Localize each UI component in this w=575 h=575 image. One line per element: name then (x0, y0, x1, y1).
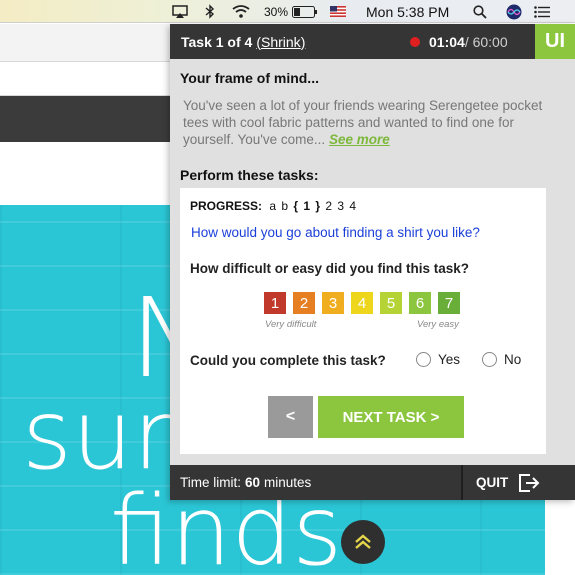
siri-icon[interactable] (506, 0, 522, 23)
yes-label: Yes (438, 352, 461, 367)
double-chevron-up-icon (355, 534, 371, 549)
next-task-button[interactable]: NEXT TASK > (318, 396, 464, 438)
shrink-link[interactable]: (Shrink) (256, 34, 305, 50)
difficulty-rating-2[interactable]: 2 (293, 292, 315, 314)
task-panel-footer: Time limit: 60 minutes QUIT (170, 465, 575, 500)
time-limit-label: Time limit: (180, 475, 241, 490)
no-label: No (504, 352, 522, 367)
quit-button[interactable]: QUIT (476, 465, 540, 500)
recording-indicator-icon (410, 37, 420, 47)
task-timer: 01:04 / 60:00 (429, 24, 508, 59)
usertesting-logo: UI (535, 24, 575, 59)
previous-task-button[interactable]: < (268, 396, 313, 438)
very-easy-label: Very easy (417, 319, 459, 330)
timer-elapsed: 01:04 (429, 33, 465, 50)
frame-of-mind-title: Your frame of mind... (180, 70, 319, 86)
difficulty-rating-5[interactable]: 5 (380, 292, 402, 314)
yes-radio[interactable]: Yes (416, 352, 460, 367)
no-radio[interactable]: No (482, 352, 521, 367)
battery-percent: 30% (264, 4, 289, 19)
perform-tasks-title: Perform these tasks: (180, 167, 319, 183)
airplay-icon[interactable] (172, 0, 188, 23)
difficulty-rating-7[interactable]: 7 (438, 292, 460, 314)
difficulty-rating-scale: 1234567 (264, 292, 460, 314)
difficulty-rating-4[interactable]: 4 (351, 292, 373, 314)
task-panel: Task 1 of 4 (Shrink) 01:04 / 60:00 UI Yo… (170, 24, 575, 500)
difficulty-rating-1[interactable]: 1 (264, 292, 286, 314)
difficulty-rating-3[interactable]: 3 (322, 292, 344, 314)
menubar-clock[interactable]: Mon 5:38 PM (366, 0, 449, 23)
battery-icon[interactable] (292, 0, 318, 23)
us-flag-icon[interactable] (330, 0, 346, 23)
radio-circle-icon (416, 352, 431, 367)
spotlight-search-icon[interactable] (473, 0, 487, 23)
timer-total: / 60:00 (464, 33, 508, 50)
complete-question: Could you complete this task? (190, 353, 386, 368)
see-more-link[interactable]: See more (329, 132, 390, 147)
progress-steps: a b { 1 } 2 3 4 (269, 199, 358, 213)
bluetooth-icon[interactable] (205, 0, 215, 23)
quit-label: QUIT (476, 475, 509, 490)
progress-current-step: { 1 } (293, 199, 322, 213)
progress-label: PROGRESS: (190, 199, 263, 213)
difficulty-rating-6[interactable]: 6 (409, 292, 431, 314)
time-limit-value: 60 (245, 475, 261, 490)
task-title: Task 1 of 4 (Shrink) (181, 24, 305, 59)
time-limit: Time limit: 60 minutes (180, 465, 311, 500)
time-limit-unit: minutes (264, 475, 312, 490)
notification-center-icon[interactable] (534, 0, 550, 23)
scroll-to-top-button[interactable] (341, 520, 385, 564)
progress-indicator: PROGRESS: a b { 1 } 2 3 4 (190, 199, 357, 213)
menu-bar: 30% Mon 5:38 PM (0, 0, 575, 23)
frame-of-mind-text: You've seen a lot of your friends wearin… (183, 97, 553, 148)
task-panel-header: Task 1 of 4 (Shrink) 01:04 / 60:00 UI (170, 24, 575, 59)
wifi-icon[interactable] (232, 0, 250, 23)
task-card: PROGRESS: a b { 1 } 2 3 4 How would you … (180, 188, 546, 454)
radio-circle-icon (482, 352, 497, 367)
task-counter: Task 1 of 4 (181, 33, 253, 50)
task-question: How would you go about finding a shirt y… (191, 225, 480, 240)
footer-divider (461, 465, 463, 500)
difficulty-question: How difficult or easy did you find this … (190, 261, 470, 276)
very-difficult-label: Very difficult (265, 319, 317, 330)
exit-icon (519, 473, 540, 492)
